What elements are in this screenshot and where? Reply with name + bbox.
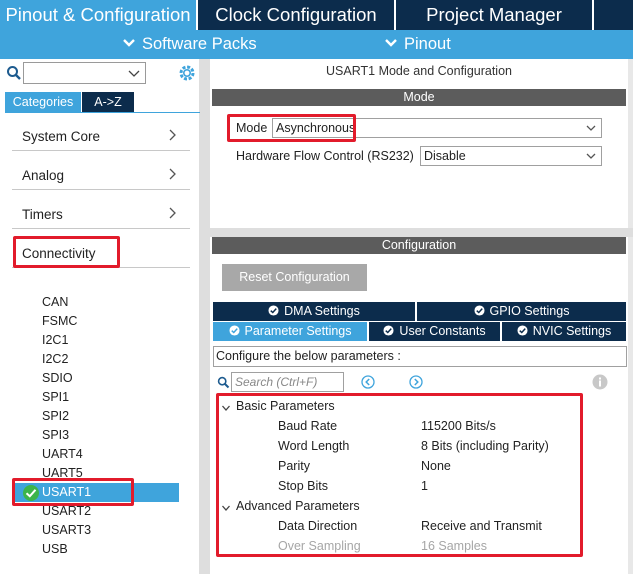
sub-menu-bar: Software Packs Pinout: [0, 30, 633, 59]
tab-pinout-configuration[interactable]: Pinout & Configuration: [0, 0, 196, 30]
previous-arrow-icon[interactable]: [361, 375, 375, 389]
peripheral-item-usart2[interactable]: USART2: [42, 504, 91, 518]
sidebar-splitter[interactable]: [199, 59, 210, 574]
tab-project-manager[interactable]: Project Manager: [396, 0, 592, 30]
configure-hint: Configure the below parameters :: [213, 346, 627, 367]
software-packs-label: Software Packs: [142, 35, 257, 53]
highlight-box: [13, 236, 120, 268]
vertical-scrollbar[interactable]: [628, 59, 633, 574]
check-circle-icon: [517, 325, 528, 336]
next-arrow-icon[interactable]: [409, 375, 423, 389]
tab-parameter-settings[interactable]: Parameter Settings: [213, 322, 367, 341]
pinout-label: Pinout: [404, 35, 451, 53]
peripheral-item-spi1[interactable]: SPI1: [42, 390, 69, 404]
peripheral-item-i2c2[interactable]: I2C2: [42, 352, 68, 366]
peripheral-item-usart3[interactable]: USART3: [42, 523, 91, 537]
peripheral-item-sdio[interactable]: SDIO: [42, 371, 73, 385]
check-circle-icon: [268, 305, 279, 316]
tab-label: User Constants: [399, 324, 486, 338]
parameter-search-input[interactable]: Search (Ctrl+F): [231, 372, 344, 392]
chevron-right-icon: [169, 207, 176, 219]
check-circle-icon: [228, 325, 240, 336]
category-label: System Core: [22, 129, 101, 144]
category-timers[interactable]: Timers: [12, 201, 190, 229]
chevron-down-icon: [586, 153, 596, 159]
tab-user-constants[interactable]: User Constants: [369, 322, 500, 341]
search-icon: [7, 66, 21, 80]
tab-label: DMA Settings: [284, 304, 360, 318]
peripheral-item-uart4[interactable]: UART4: [42, 447, 83, 461]
highlight-box: [227, 114, 356, 142]
highlight-box: [216, 393, 583, 557]
peripheral-item-usb[interactable]: USB: [42, 542, 68, 556]
tab-categories[interactable]: Categories: [5, 92, 81, 112]
tab-clock-configuration[interactable]: Clock Configuration: [198, 0, 394, 30]
hw-flow-select[interactable]: Disable: [420, 146, 602, 166]
tab-gpio-settings[interactable]: GPIO Settings: [417, 302, 626, 321]
check-circle-icon: [474, 305, 485, 316]
chevron-right-icon: [169, 129, 176, 141]
chevron-down-icon: [123, 39, 135, 47]
top-tab-bar: Pinout & Configuration Clock Configurati…: [0, 0, 633, 30]
tab-underline: [5, 112, 200, 113]
category-analog[interactable]: Analog: [12, 162, 190, 190]
info-icon[interactable]: [592, 374, 608, 390]
search-icon: [217, 376, 230, 389]
hw-flow-select-value: Disable: [424, 149, 466, 163]
pinout-menu[interactable]: Pinout: [384, 30, 451, 59]
mode-section-header: Mode: [212, 89, 626, 106]
mode-panel: [210, 59, 633, 228]
chevron-down-icon[interactable]: [127, 66, 141, 80]
tab-label: NVIC Settings: [532, 324, 612, 338]
tab-divider: [592, 0, 594, 30]
panel-title: USART1 Mode and Configuration: [326, 64, 512, 78]
category-system-core[interactable]: System Core: [12, 123, 190, 151]
peripheral-item-spi3[interactable]: SPI3: [42, 428, 69, 442]
tab-label: Parameter Settings: [244, 324, 352, 338]
chevron-down-icon: [385, 39, 397, 47]
highlight-box: [12, 478, 134, 506]
peripheral-item-i2c1[interactable]: I2C1: [42, 333, 68, 347]
hw-flow-label: Hardware Flow Control (RS232): [236, 149, 414, 163]
gear-icon[interactable]: [177, 63, 197, 83]
tab-a-to-z[interactable]: A->Z: [82, 92, 134, 112]
category-label: Timers: [22, 207, 63, 222]
reset-configuration-button[interactable]: Reset Configuration: [222, 264, 367, 291]
peripheral-item-fsmc[interactable]: FSMC: [42, 314, 77, 328]
peripheral-item-can[interactable]: CAN: [42, 295, 68, 309]
tab-dma-settings[interactable]: DMA Settings: [213, 302, 415, 321]
category-label: Analog: [22, 168, 65, 183]
software-packs-menu[interactable]: Software Packs: [122, 30, 257, 59]
chevron-down-icon: [586, 125, 596, 131]
chevron-right-icon: [169, 168, 176, 180]
check-circle-icon: [383, 325, 394, 336]
panel-splitter[interactable]: [210, 228, 633, 237]
tab-label: GPIO Settings: [489, 304, 570, 318]
tab-nvic-settings[interactable]: NVIC Settings: [502, 322, 626, 341]
configuration-section-header: Configuration: [212, 237, 626, 254]
peripheral-item-spi2[interactable]: SPI2: [42, 409, 69, 423]
